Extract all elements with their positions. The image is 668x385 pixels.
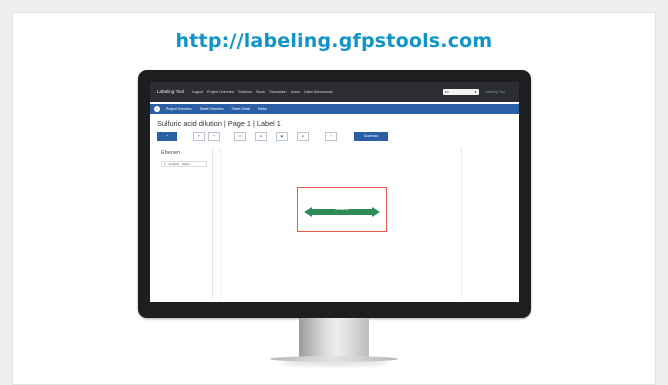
menu-item-label-dimensions[interactable]: Label Dimensions xyxy=(304,90,333,94)
app-screen: Labeling Tool Logout Project Overview Se… xyxy=(150,82,519,302)
pipe-marker[interactable]: Water xyxy=(304,204,380,217)
menu-item-logout[interactable]: Logout xyxy=(192,90,203,94)
language-select[interactable]: en ▼ xyxy=(443,89,479,95)
tool-button-4[interactable]: ⊟ xyxy=(297,132,309,141)
download-button[interactable]: Download xyxy=(354,132,388,141)
menu-item-sections[interactable]: Sections xyxy=(238,90,252,94)
pipe-marker-label: Water xyxy=(334,206,350,212)
breadcrumb-sheet-detail[interactable]: Sheet Detail xyxy=(231,107,249,111)
layers-title: Ebenen xyxy=(161,150,181,156)
app-brand[interactable]: Labeling Tool xyxy=(157,89,184,94)
user-link[interactable]: Labeling Tool xyxy=(485,90,505,94)
menu-item-stock[interactable]: Stock xyxy=(256,90,265,94)
zoom-in-button[interactable]: + xyxy=(325,132,337,141)
redo-button[interactable]: ↷ xyxy=(208,132,220,141)
layer-item[interactable]: 1 · Vorstufe · Water xyxy=(161,161,207,167)
chevron-down-icon: ▼ xyxy=(474,90,477,94)
tool-button-2[interactable]: ⊞ xyxy=(255,132,267,141)
page-title: Sulfuric acid dilution | Page 1 | Label … xyxy=(157,119,281,128)
menu-item-translation[interactable]: Translation xyxy=(269,90,287,94)
breadcrumb-editor[interactable]: Editor xyxy=(258,107,267,111)
add-element-button[interactable]: + xyxy=(157,132,177,141)
breadcrumb-bar: ‹ Project Overview Sheet Overview Sheet … xyxy=(150,104,519,114)
top-menu: Logout Project Overview Sections Stock T… xyxy=(192,90,336,94)
undo-button[interactable]: ↶ xyxy=(193,132,205,141)
monitor: Labeling Tool Logout Project Overview Se… xyxy=(138,70,531,318)
breadcrumb-sheet-overview[interactable]: Sheet Overview xyxy=(200,107,224,111)
layers-panel: Ebenen 1 · Vorstufe · Water xyxy=(157,148,213,298)
monitor-base xyxy=(270,356,398,362)
tool-button-3[interactable]: ▣ xyxy=(276,132,288,141)
top-bar: Labeling Tool Logout Project Overview Se… xyxy=(150,82,519,102)
back-arrow-icon[interactable]: ‹ xyxy=(154,106,160,112)
editor-toolbar: + ↶ ↷ ⊡ ⊞ ▣ ⊟ + Download xyxy=(157,132,497,142)
monitor-stand xyxy=(299,318,369,358)
language-value: en xyxy=(445,90,449,94)
promo-url[interactable]: http://labeling.gfpstools.com xyxy=(0,30,668,52)
tool-button-1[interactable]: ⊡ xyxy=(234,132,246,141)
menu-item-users[interactable]: Users xyxy=(291,90,300,94)
label-preview[interactable]: Water xyxy=(297,187,387,232)
breadcrumb: Project Overview Sheet Overview Sheet De… xyxy=(166,107,274,111)
breadcrumb-project-overview[interactable]: Project Overview xyxy=(166,107,192,111)
menu-item-project-overview[interactable]: Project Overview xyxy=(207,90,234,94)
